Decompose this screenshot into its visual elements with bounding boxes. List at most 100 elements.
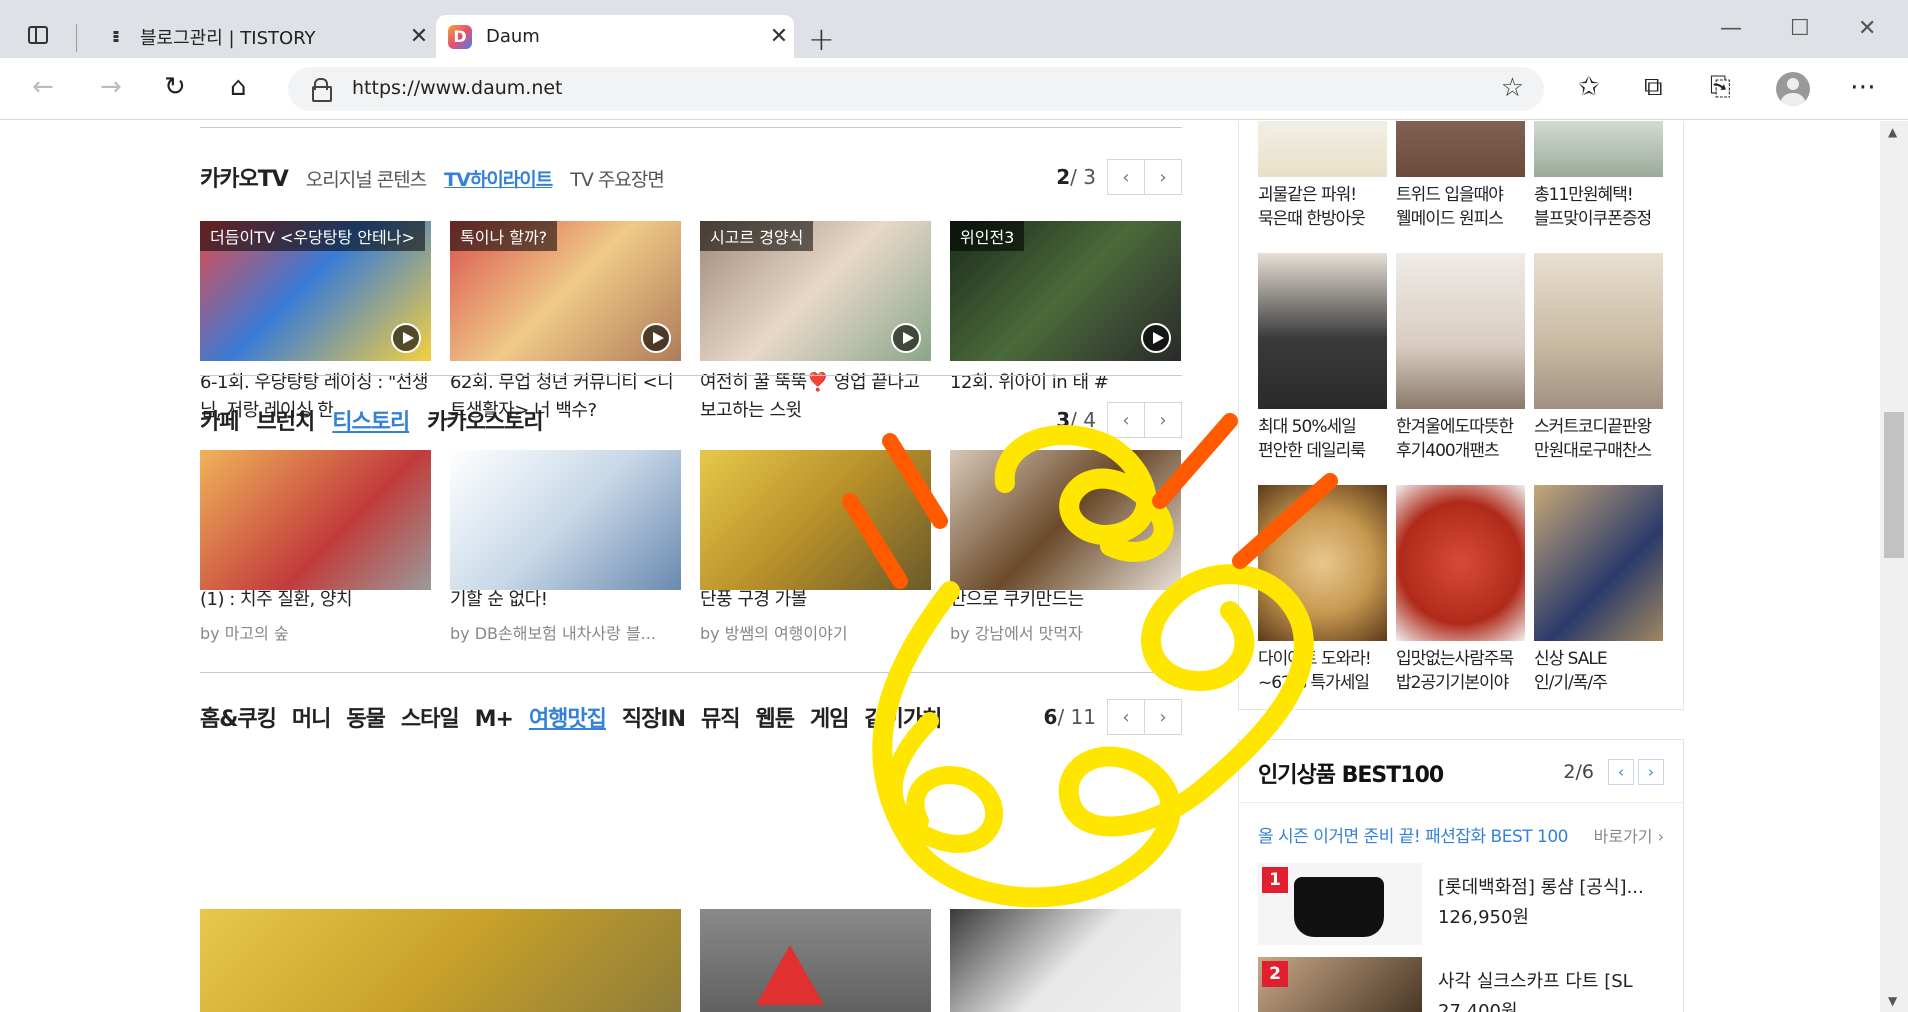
tab-work[interactable]: 직장IN (622, 701, 686, 733)
shopping-caption-line1[interactable]: 최대 50%세일 (1258, 415, 1387, 439)
tab-animal[interactable]: 동물 (346, 701, 385, 733)
post-card[interactable]: 고양이 양치는 꼭 해야 할까? (1) : 치주 질환, 양치 by 마고의 … (200, 450, 431, 644)
shopping-caption-line1[interactable]: 다이어트 도와라! (1258, 647, 1387, 671)
video-thumbnail[interactable]: 시고르 경양식 (700, 221, 931, 361)
shopping-item[interactable]: 트위드 입을때야 웰메이드 원피스 (1396, 121, 1525, 231)
shopping-item[interactable]: 괴물같은 파워! 묵은때 한방아웃 (1258, 121, 1387, 231)
close-tab-icon[interactable]: ✕ (764, 24, 794, 49)
post-author[interactable]: by 방쌤의 여행이야기 (700, 620, 931, 644)
tab-actions-icon[interactable] (28, 26, 48, 44)
prev-page-button[interactable]: ‹ (1608, 759, 1634, 785)
best-item-image[interactable]: 2 (1258, 957, 1422, 1012)
post-author[interactable]: by DB손해보험 내차사랑 블... (450, 620, 681, 644)
shopping-caption-line2[interactable]: 웰메이드 원피스 (1396, 207, 1525, 231)
home-thumbnail-large[interactable] (200, 909, 681, 1012)
home-title[interactable]: 홈&쿠킹 (200, 701, 277, 733)
video-card[interactable]: 더듬이TV <우당탕탕 안테나> 6-1회. 우당탕탕 레이싱 : "선생님, … (200, 221, 431, 425)
shopping-caption-line1[interactable]: 총11만원혜택! (1534, 183, 1663, 207)
play-icon[interactable] (641, 323, 671, 353)
tab-game[interactable]: 게임 (810, 701, 849, 733)
scroll-thumb[interactable] (1884, 412, 1904, 558)
shopping-item[interactable]: 신상 SALE 인/기/폭/주 (1534, 485, 1663, 695)
profile-avatar[interactable] (1776, 72, 1810, 106)
share-icon[interactable]: ⎘ (1710, 72, 1731, 103)
shopping-item[interactable]: 다이어트 도와라! ~62% 특가세일 (1258, 485, 1387, 695)
add-favorite-icon[interactable]: ☆ (1501, 73, 1524, 103)
back-icon[interactable]: ← (32, 72, 54, 102)
cafe-title[interactable]: 카페 (200, 404, 239, 436)
tab-webtoon[interactable]: 웹툰 (755, 701, 794, 733)
close-tab-icon[interactable]: ✕ (404, 24, 434, 49)
best100-more-link[interactable]: 바로가기 › (1594, 823, 1664, 847)
shopping-caption-line1[interactable]: 입맛없는사람주목 (1396, 647, 1525, 671)
post-card[interactable]: 세차하는 순간에도 즐거움을 포기할 순 없다! by DB손해보험 내차사랑 … (450, 450, 681, 644)
favorites-icon[interactable]: ✩ (1578, 72, 1600, 102)
post-author[interactable]: by 마고의 숲 (200, 620, 431, 644)
shopping-thumbnail[interactable] (1258, 485, 1387, 641)
best-item[interactable]: 1 [롯데백화점] 롱샴 [공식]... 126,950원 (1258, 863, 1678, 945)
tab-original-content[interactable]: 오리지널 콘텐츠 (306, 165, 427, 192)
next-page-button[interactable]: › (1638, 759, 1664, 785)
shopping-item[interactable]: 최대 50%세일 편안한 데일리룩 (1258, 253, 1387, 463)
shopping-caption-line2[interactable]: 인/기/폭/주 (1534, 671, 1663, 695)
shopping-thumbnail[interactable] (1396, 121, 1525, 177)
new-tab-button[interactable]: + (808, 20, 835, 58)
shopping-caption-line1[interactable]: 한겨울에도따뜻한 (1396, 415, 1525, 439)
shopping-thumbnail[interactable] (1534, 253, 1663, 409)
shopping-caption-line2[interactable]: ~62% 특가세일 (1258, 671, 1387, 695)
next-page-button[interactable]: › (1144, 699, 1182, 735)
video-card[interactable]: 시고르 경양식 여전히 꿀 뚝뚝❣️ 영업 끝나고 보고하는 스윗 (700, 221, 931, 425)
post-thumbnail[interactable] (700, 450, 931, 590)
url-bar[interactable]: https://www.daum.net ☆ (288, 67, 1544, 111)
shopping-thumbnail[interactable] (1258, 121, 1387, 177)
shopping-caption-line2[interactable]: 만원대로구매찬스 (1534, 439, 1663, 463)
tab-tv-highlight[interactable]: TV하이라이트 (444, 165, 553, 192)
home-icon[interactable]: ⌂ (230, 72, 247, 102)
scroll-down-icon[interactable]: ▼ (1888, 994, 1897, 1008)
prev-page-button[interactable]: ‹ (1107, 699, 1145, 735)
forward-icon[interactable]: → (100, 72, 122, 102)
post-author[interactable]: by 강남에서 맛먹자 (950, 620, 1181, 644)
tab-brunch[interactable]: 브런치 (256, 404, 315, 436)
video-thumbnail[interactable]: 더듬이TV <우당탕탕 안테나> (200, 221, 431, 361)
tab-tistory[interactable]: 티스토리 (332, 404, 410, 436)
tab-mplus[interactable]: M+ (475, 707, 514, 732)
tab-travel[interactable]: 여행맛집 (529, 701, 607, 733)
lock-icon[interactable] (312, 78, 332, 102)
shopping-caption-line2[interactable]: 밥2공기기본이야 (1396, 671, 1525, 695)
shopping-thumbnail[interactable] (1258, 253, 1387, 409)
video-thumbnail[interactable]: 톡이나 할까? (450, 221, 681, 361)
shopping-caption-line1[interactable]: 신상 SALE (1534, 647, 1663, 671)
best-item-name[interactable]: [롯데백화점] 롱샴 [공식]... (1438, 873, 1644, 899)
tab-kakaostory[interactable]: 카카오스토리 (427, 404, 543, 436)
tab-money[interactable]: 머니 (292, 701, 331, 733)
shopping-caption-line2[interactable]: 후기400개팬츠 (1396, 439, 1525, 463)
video-card[interactable]: 톡이나 할까? 62회. 무업 청년 커뮤니티 <니트생활자> 너 백수? (450, 221, 681, 425)
window-close-icon[interactable]: ✕ (1858, 16, 1876, 41)
play-icon[interactable] (891, 323, 921, 353)
tab-music[interactable]: 뮤직 (701, 701, 740, 733)
post-card[interactable]: [제과도전] 몽쉘쿠키_몽쉘 하나만으로 쿠키만드는 by 강남에서 맛먹자 (950, 450, 1181, 644)
next-page-button[interactable]: › (1144, 159, 1182, 195)
next-page-button[interactable]: › (1144, 402, 1182, 438)
more-menu-icon[interactable]: ⋯ (1850, 72, 1876, 102)
shopping-caption-line2[interactable]: 편안한 데일리룩 (1258, 439, 1387, 463)
shopping-caption-line1[interactable]: 괴물같은 파워! (1258, 183, 1387, 207)
post-thumbnail[interactable] (950, 450, 1181, 590)
collections-icon[interactable]: ⧉ (1644, 72, 1663, 103)
shopping-thumbnail[interactable] (1396, 485, 1525, 641)
shopping-item[interactable]: 총11만원혜택! 블프맞이쿠폰증정 (1534, 121, 1663, 231)
play-icon[interactable] (391, 323, 421, 353)
shopping-caption-line1[interactable]: 트위드 입을때야 (1396, 183, 1525, 207)
post-thumbnail[interactable] (450, 450, 681, 590)
shopping-caption-line1[interactable]: 스커트코디끝판왕 (1534, 415, 1663, 439)
post-card[interactable]: 600년 수령 함안항 은행나무, 단풍 구경 가볼 by 방쌤의 여행이야기 (700, 450, 931, 644)
kakaotv-title[interactable]: 카카오TV (200, 161, 289, 193)
best-item-image[interactable]: 1 (1258, 863, 1422, 945)
best-item-name[interactable]: 사각 실크스카프 다트 [SL (1438, 967, 1633, 993)
shopping-caption-line2[interactable]: 블프맞이쿠폰증정 (1534, 207, 1663, 231)
shopping-caption-line2[interactable]: 묵은때 한방아웃 (1258, 207, 1387, 231)
tab-style[interactable]: 스타일 (401, 701, 460, 733)
best100-promo-link[interactable]: 올 시즌 이거면 준비 끝! 패션잡화 BEST 100 (1258, 822, 1569, 847)
tab-together[interactable]: 같이가치 (864, 701, 942, 733)
